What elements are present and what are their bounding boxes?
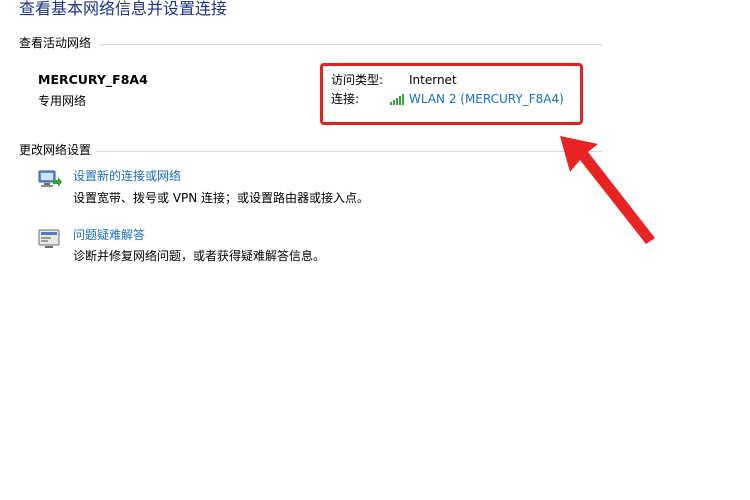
troubleshoot-icon (38, 229, 60, 248)
active-networks-divider (100, 44, 603, 45)
network-type: 专用网络 (38, 94, 87, 108)
change-settings-divider (96, 151, 603, 152)
setup-connection-description: 设置宽带、拨号或 VPN 连接；或设置路由器或接入点。 (73, 191, 370, 205)
active-networks-header: 查看活动网络 (19, 36, 92, 50)
wifi-signal-icon (390, 94, 404, 105)
access-type-value: Internet (409, 73, 457, 87)
access-type-label: 访问类型: (331, 73, 384, 87)
network-setup-icon (38, 170, 62, 187)
troubleshoot-description: 诊断并修复网络问题，或者获得疑难解答信息。 (73, 249, 326, 263)
troubleshoot-link[interactable]: 问题疑难解答 (73, 227, 145, 243)
change-settings-header: 更改网络设置 (19, 143, 92, 157)
page-title: 查看基本网络信息并设置连接 (19, 0, 228, 18)
connection-label: 连接: (331, 92, 360, 106)
annotation-arrow-icon (560, 136, 655, 244)
connection-link[interactable]: WLAN 2 (MERCURY_F8A4) (409, 91, 564, 107)
setup-connection-link[interactable]: 设置新的连接或网络 (73, 168, 181, 184)
network-name: MERCURY_F8A4 (38, 72, 148, 87)
